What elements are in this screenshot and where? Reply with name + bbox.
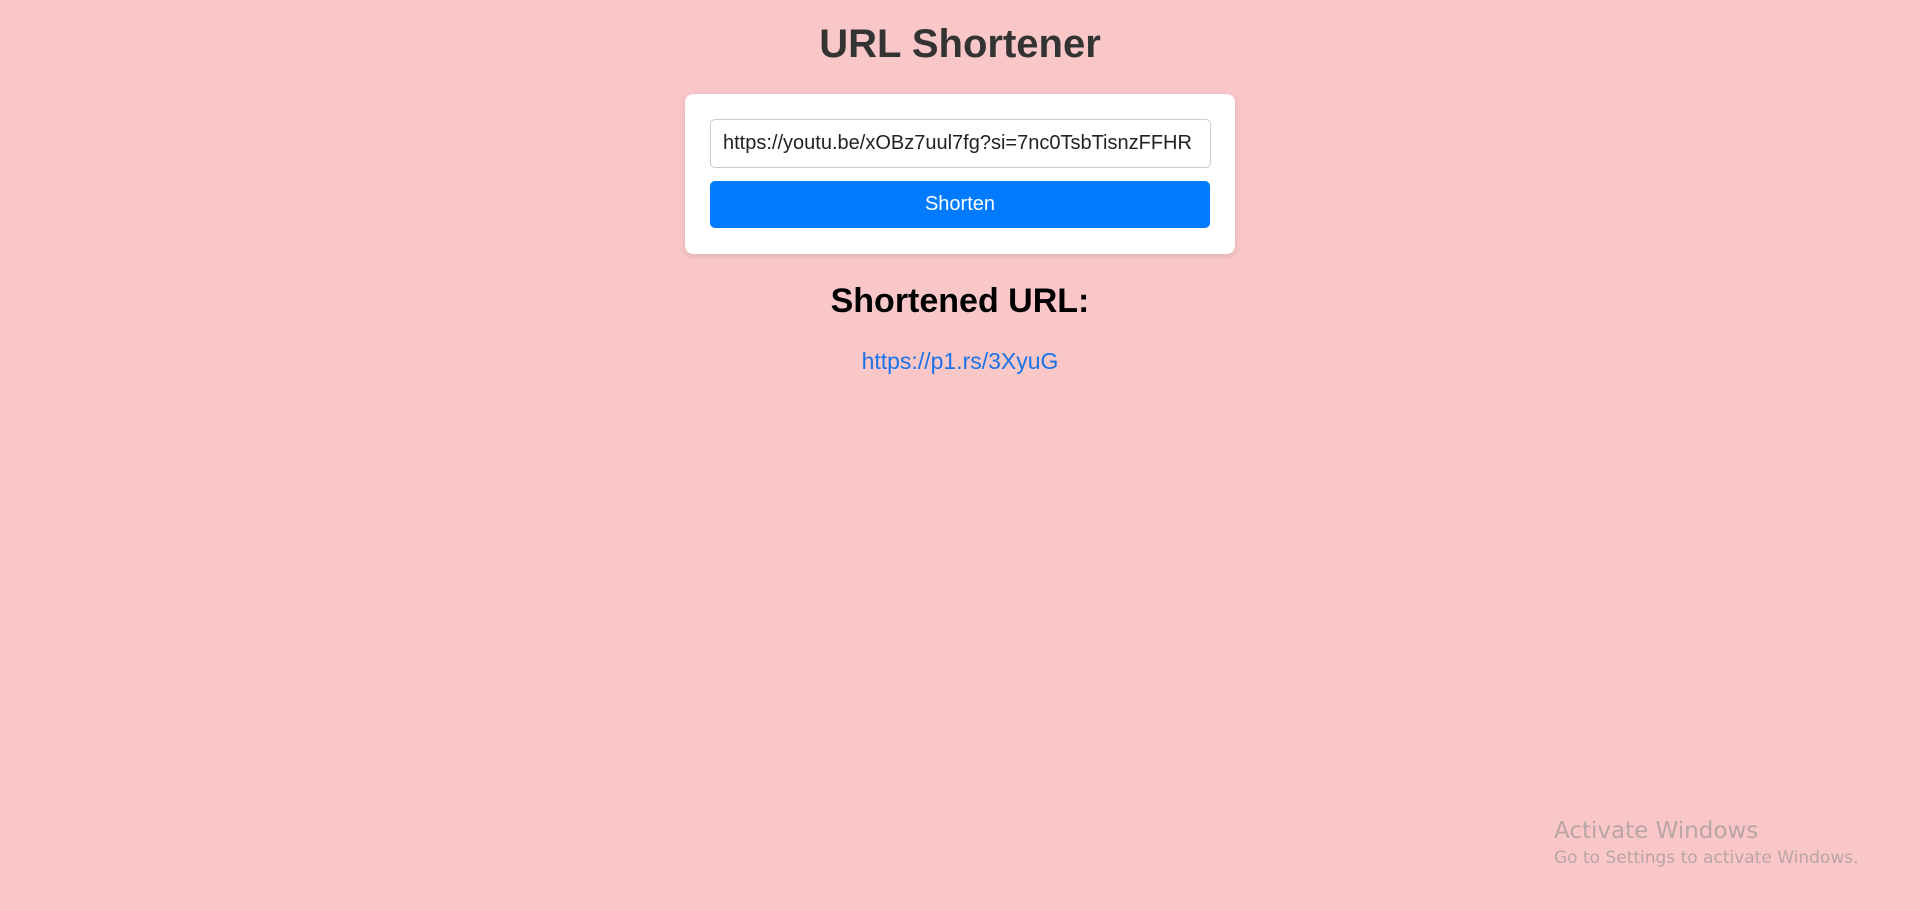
- page-title: URL Shortener: [819, 22, 1101, 66]
- watermark-title: Activate Windows: [1554, 818, 1759, 844]
- shortened-url-link[interactable]: https://p1.rs/3XyuG: [862, 348, 1059, 374]
- shortened-url-heading: Shortened URL:: [830, 282, 1090, 320]
- shortened-url-container: https://p1.rs/3XyuG: [0, 347, 1920, 375]
- shortener-form-card: Shorten: [685, 94, 1235, 254]
- shorten-button[interactable]: Shorten: [710, 181, 1210, 228]
- activate-windows-watermark: Activate Windows Go to Settings to activ…: [1554, 816, 1859, 870]
- url-input[interactable]: [710, 119, 1211, 168]
- watermark-subtitle: Go to Settings to activate Windows.: [1554, 848, 1859, 868]
